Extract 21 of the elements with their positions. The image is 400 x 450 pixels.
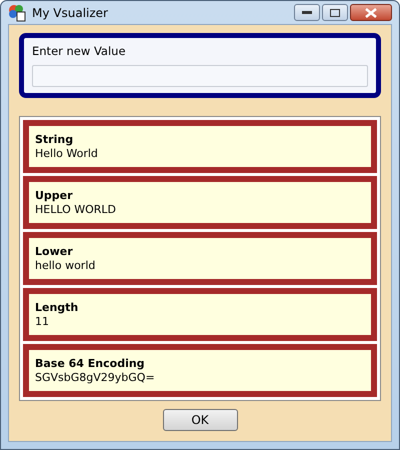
close-icon [365,8,377,18]
close-button[interactable] [350,4,392,21]
value-input-field[interactable] [32,65,368,87]
result-name: Length [35,301,80,314]
result-name: Base 64 Encoding [35,357,146,370]
minimize-icon [302,10,312,14]
result-value: hello world [35,259,96,272]
result-value: HELLO WORLD [35,203,118,216]
result-value: 11 [35,315,50,328]
ok-button[interactable]: OK [162,409,238,431]
window-title: My Vsualizer [32,6,109,20]
app-icon [8,4,26,22]
field-label: Enter new Value [32,44,127,58]
maximize-icon [330,8,340,16]
maximize-button[interactable] [322,4,348,21]
result-value: Hello World [35,147,99,160]
minimize-button[interactable] [294,4,320,21]
result-name: Lower [35,245,74,258]
result-name: Upper [35,189,74,202]
result-value: SGVsbG8gV29ybGQ= [35,371,156,384]
result-name: String [35,133,74,146]
